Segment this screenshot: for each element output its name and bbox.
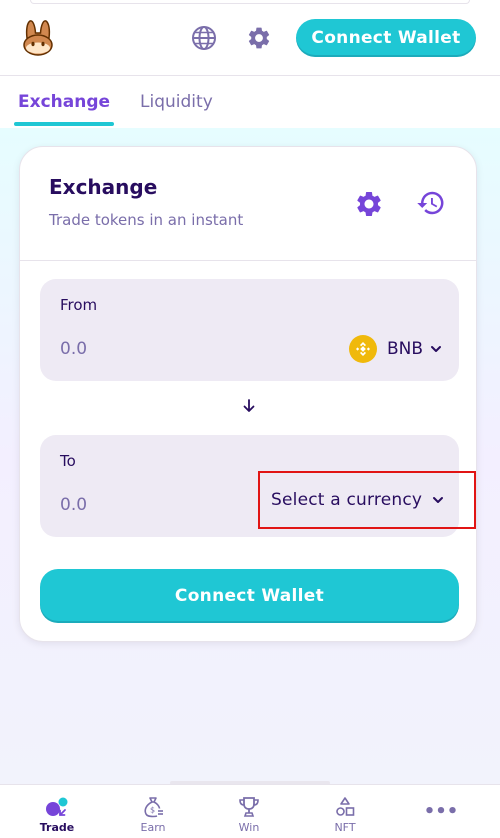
- card-header: Exchange Trade tokens in an instant: [20, 147, 476, 261]
- previous-frame-edge: [30, 0, 470, 4]
- trophy-icon: [239, 797, 259, 817]
- language-button[interactable]: [186, 20, 222, 56]
- pancake-bunny-logo-icon[interactable]: [16, 16, 60, 60]
- bottom-nav: Trade $ Earn Win NFT •••: [0, 784, 500, 838]
- chevron-down-icon: [431, 346, 441, 352]
- nft-shapes-icon: [336, 797, 355, 816]
- bottom-nav-nft-label: NFT: [334, 821, 356, 834]
- bottom-nav-earn-label: Earn: [140, 821, 166, 834]
- connect-wallet-button[interactable]: Connect Wallet: [40, 569, 459, 623]
- settings-button[interactable]: [241, 20, 277, 56]
- gear-icon: [357, 192, 381, 216]
- bottom-nav-win-label: Win: [238, 821, 260, 834]
- trade-icon: [46, 797, 68, 816]
- from-amount-input[interactable]: 0.0: [60, 339, 87, 359]
- from-panel: From 0.0 BNB: [40, 279, 459, 381]
- select-currency-label: Select a currency: [271, 490, 423, 510]
- gear-icon: [248, 27, 270, 48]
- bottom-nav-win[interactable]: Win: [201, 785, 297, 838]
- top-navbar: Connect Wallet: [0, 0, 500, 76]
- bnb-icon: [348, 335, 377, 363]
- to-label: To: [60, 452, 76, 470]
- bottom-nav-nft[interactable]: NFT: [297, 785, 393, 838]
- svg-text:$: $: [150, 806, 155, 815]
- tab-exchange[interactable]: Exchange: [13, 76, 115, 128]
- from-label: From: [60, 296, 98, 314]
- card-subtitle: Trade tokens in an instant: [49, 211, 244, 229]
- globe-icon: [192, 25, 216, 50]
- history-icon: [417, 191, 444, 215]
- to-amount-input[interactable]: 0.0: [60, 495, 87, 515]
- more-menu-button[interactable]: •••: [393, 785, 489, 838]
- money-bag-icon: $: [144, 797, 163, 818]
- bottom-nav-trade-label: Trade: [39, 821, 75, 834]
- trade-subnav: Exchange Liquidity: [0, 76, 500, 128]
- switch-tokens-button[interactable]: [240, 397, 258, 415]
- connect-wallet-header-button[interactable]: Connect Wallet: [296, 18, 476, 57]
- exchange-card: Exchange Trade tokens in an instant From…: [19, 146, 477, 642]
- from-token-selector[interactable]: BNB: [348, 335, 443, 363]
- select-currency-button[interactable]: Select a currency: [258, 471, 476, 529]
- bottom-nav-earn[interactable]: $ Earn: [105, 785, 201, 838]
- card-title: Exchange: [49, 175, 158, 199]
- recent-transactions-button[interactable]: [416, 188, 446, 218]
- swap-settings-button[interactable]: [354, 189, 384, 219]
- from-token-symbol: BNB: [386, 339, 423, 359]
- chevron-down-icon: [433, 497, 444, 503]
- bottom-nav-trade[interactable]: Trade: [9, 785, 105, 838]
- arrow-down-icon: [243, 399, 255, 412]
- tab-liquidity[interactable]: Liquidity: [140, 76, 213, 128]
- to-panel: To 0.0 Select a currency: [40, 435, 476, 537]
